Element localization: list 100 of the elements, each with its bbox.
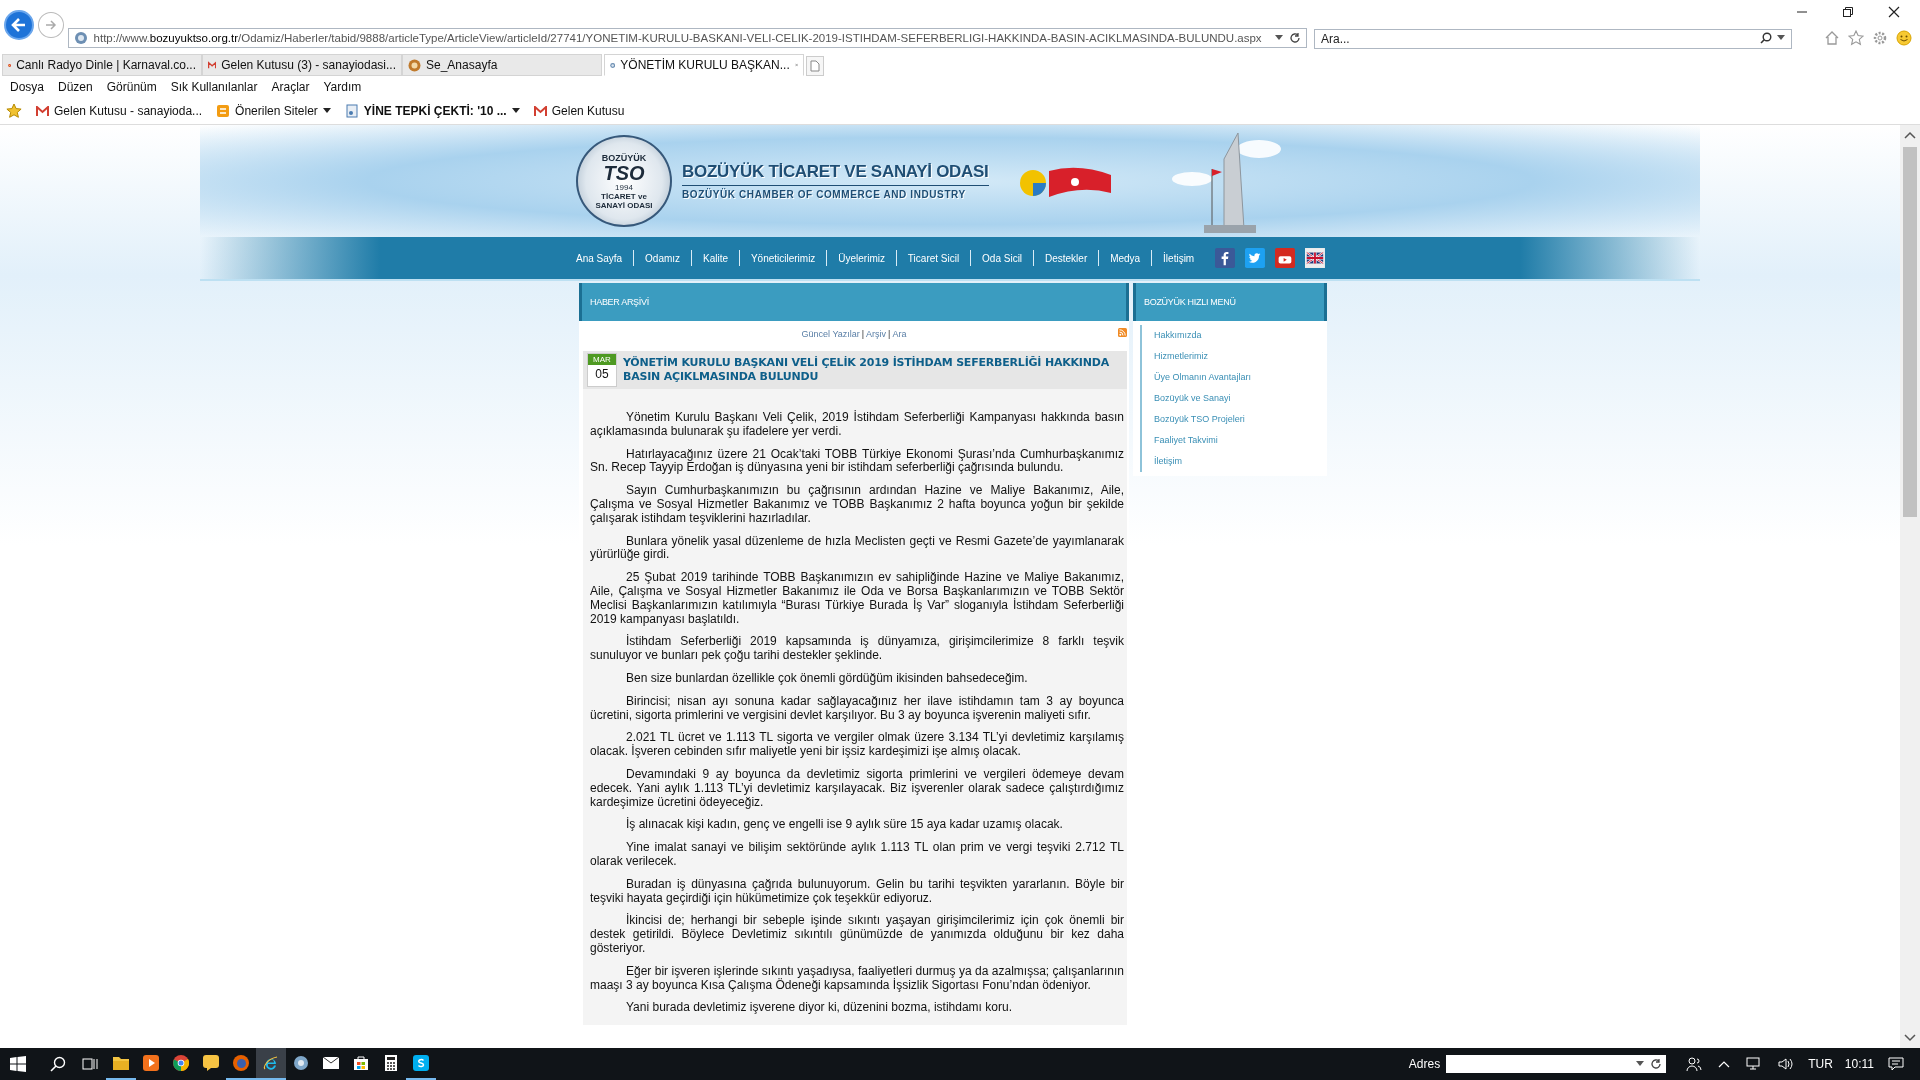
language-indicator[interactable]: TUR xyxy=(1808,1057,1833,1071)
caret-icon xyxy=(511,108,520,114)
restore-icon[interactable] xyxy=(1842,6,1854,18)
search-icon[interactable] xyxy=(1760,32,1772,44)
scroll-thumb[interactable] xyxy=(1903,147,1917,517)
nav-link[interactable]: İletişim xyxy=(1152,252,1206,264)
quick-menu-link[interactable]: Faaliyet Takvimi xyxy=(1136,430,1327,451)
youtube-icon[interactable] xyxy=(1275,247,1296,269)
calculator-icon xyxy=(385,1055,397,1071)
archive-link[interactable]: Arşiv xyxy=(866,329,887,339)
nav-link[interactable]: Yöneticilerimiz xyxy=(739,252,827,264)
uk-flag-icon[interactable] xyxy=(1305,247,1325,269)
browser-tab[interactable]: Gelen Kutusu (3) - sanayiodasi... xyxy=(202,54,402,76)
windows-start-icon[interactable] xyxy=(10,1056,26,1072)
quick-menu-link[interactable]: İletişim xyxy=(1136,451,1327,472)
back-button[interactable] xyxy=(4,10,34,40)
calendar-badge: MAR 05 xyxy=(587,353,617,387)
chevron-up-icon[interactable] xyxy=(1718,1060,1731,1068)
mail-icon xyxy=(208,59,217,71)
folder-icon xyxy=(112,1055,130,1071)
speaker-icon[interactable] xyxy=(1778,1057,1795,1071)
star-icon[interactable] xyxy=(1848,30,1864,46)
article-paragraph: Hatırlayacağınız üzere 21 Ocak’taki TOBB Türkiye Ekonomi Şurası’nda Cumhurbaşkanımız Sn. Recep Tayyip Erdoğan iş dünyasına yeni bir istihdam seferberliği çağrısında bulundu. xyxy=(590,447,1124,476)
article-paragraph: Ben size bunlardan özellikle çok önemli gördüğüm ikisinden bahsedeceğim. xyxy=(625,671,1029,686)
skype-icon xyxy=(413,1055,429,1071)
address-field[interactable] xyxy=(1446,1055,1667,1073)
network-icon[interactable] xyxy=(1746,1057,1763,1071)
chrome-icon xyxy=(173,1055,189,1071)
menu-item[interactable]: Görünüm xyxy=(106,80,157,94)
menu-item[interactable]: Dosya xyxy=(10,80,44,94)
menu-item[interactable]: Yardım xyxy=(323,80,362,94)
favorite-link[interactable]: Gelen Kutusu - sanayioda... xyxy=(36,104,203,118)
arrow-right-icon xyxy=(43,18,58,32)
firefox-icon xyxy=(233,1055,249,1071)
caret-icon[interactable] xyxy=(1636,1061,1645,1067)
nav-link[interactable]: Üyelerimiz xyxy=(827,252,896,264)
home-icon[interactable] xyxy=(1824,30,1840,46)
task-view-icon[interactable] xyxy=(82,1056,98,1072)
browser-tab[interactable]: Se_Anasayfa xyxy=(402,54,602,76)
mail-icon xyxy=(323,1057,339,1069)
menu-item[interactable]: Sık Kullanılanlar xyxy=(170,80,258,94)
article-paragraph: İş alınacak kişi kadın, genç ve engelli ise 9 aylık süre 15 aya kadar uzamış olacak. xyxy=(625,818,1064,833)
nav-link[interactable]: Ticaret Sicil xyxy=(896,252,971,264)
nav-link[interactable]: Medya xyxy=(1099,252,1152,264)
favorite-link[interactable]: Gelen Kutusu xyxy=(533,104,625,118)
browser-tab[interactable]: YÖNETİM KURULU BAŞKAN... xyxy=(604,54,804,76)
search-field[interactable]: Ara... xyxy=(1314,29,1792,49)
nav-link[interactable]: Ana Sayfa xyxy=(565,252,634,264)
quick-menu-link[interactable]: Hizmetlerimiz xyxy=(1136,346,1327,367)
scroll-up-icon[interactable] xyxy=(1904,131,1916,139)
page-icon xyxy=(344,104,359,118)
notification-icon[interactable] xyxy=(1888,1057,1904,1071)
close-icon[interactable] xyxy=(1888,6,1900,18)
scrollbar[interactable] xyxy=(1900,125,1920,1048)
menu-item[interactable]: Araçlar xyxy=(271,80,310,94)
suggest-icon xyxy=(216,104,231,118)
archive-link[interactable]: Ara xyxy=(892,329,907,339)
scroll-down-icon[interactable] xyxy=(1904,1034,1916,1042)
menu-item[interactable]: Düzen xyxy=(58,80,93,94)
address-field[interactable]: http://www.bozuyuktso.org.tr/Odamiz/Haberler/tabid/9888/articleType/ArticleView/articleId/27741/YONETIM-KURULU-BASKANI-VELI-CELIK-2019-ISTIHDAM-SEFERBERLIGI-HAKKINDA-BASIN-ACIKLMASINDA-BULUNDU.aspx xyxy=(67,28,1307,48)
favorite-link[interactable]: Önerilen Siteler xyxy=(216,104,331,118)
site-subtitle: BOZÜYÜK CHAMBER OF COMMERCE AND INDUSTRY xyxy=(682,187,967,200)
article-paragraph: Eğer bir işveren işlerinde sıkıntı yaşadıysa, faaliyetleri durmuş ya da azalmışsa; çalışanlarının maaşı 3 ay boyunca Kısa Çalışma Ödeneği kapsamında İşsizlik Sigortası Fonu’ndan ödeniyor. xyxy=(590,964,1124,993)
nav-link[interactable]: Odamız xyxy=(634,252,692,264)
clock[interactable]: 10:11 xyxy=(1844,1057,1874,1071)
refresh-icon[interactable] xyxy=(1650,1058,1663,1070)
facebook-icon[interactable] xyxy=(1215,247,1236,269)
article-paragraph: Buradan iş dünyasına çağrıda bulunuyorum. Gelin bu tarihi teşvikten yararlanın. Böyle bir teşviki hayata geçirdiği için hükümetimize çok teşekkür ediyoruz. xyxy=(590,877,1124,906)
globe-icon xyxy=(408,58,421,72)
caret-icon[interactable] xyxy=(1777,35,1785,41)
search-icon[interactable] xyxy=(50,1056,66,1072)
settings-icon[interactable] xyxy=(1872,30,1888,46)
chat-icon xyxy=(203,1055,219,1071)
logo[interactable]: BOZÜYÜK TSO 1994 TİCARET ve SANAYİ ODASI xyxy=(576,135,672,227)
people-icon[interactable] xyxy=(1686,1056,1703,1072)
caret-icon[interactable] xyxy=(1275,35,1283,41)
archive-link[interactable]: Güncel Yazılar xyxy=(801,329,860,339)
article-paragraph: Yine imalat sanayi ve bilişim sektöründe aylık 1.113 TL olan prim ve vergi teşviki 2.712 TL olarak verilecek. xyxy=(590,841,1124,869)
caret-icon xyxy=(322,108,331,114)
quick-menu-link[interactable]: Üye Olmanın Avantajları xyxy=(1136,367,1327,388)
quick-menu-link[interactable]: Hakkımızda xyxy=(1136,325,1327,346)
twitter-icon[interactable] xyxy=(1245,247,1266,269)
panel-title: HABER ARŞİVİ xyxy=(590,297,649,307)
quick-menu-link[interactable]: Bozüyük ve Sanayi xyxy=(1136,388,1327,409)
page-icon xyxy=(810,60,820,72)
article-title: YÖNETİM KURULU BAŞKANI VELİ ÇELİK 2019 İSTİHDAM SEFERBERLİĞİ HAKKINDA BASIN AÇIKLMASINDA BULUNDU xyxy=(623,356,1110,384)
article-paragraph: Bunlara yönelik yasal düzenleme de hızla Meclisten geçti ve Resmi Gazete’de yayımlanarak yürürlüğe girdi. xyxy=(590,534,1124,563)
nav-link[interactable]: Destekler xyxy=(1034,252,1099,264)
refresh-icon[interactable] xyxy=(1289,32,1301,44)
star-icon[interactable] xyxy=(6,103,22,119)
article-paragraph: Sayın Cumhurbaşkanımızın bu çağrısının ardından Hazine ve Maliye Bakanımız, Aile, Çalışma ve Sosyal Hizmetler Bakanımız ve TOBB Başkanımız 2 hafta boyunca yoğun bir şekilde çalışarak istihdam teşviklerini hazırladılar. xyxy=(590,484,1124,526)
quick-menu-link[interactable]: Bozüyük TSO Projeleri xyxy=(1136,409,1327,430)
article-paragraph: İstihdam Seferberliği 2019 kapsamında iş dünyamıza, girişimcilerimize 8 farklı teşvik sunuluyor ve bunları pek çoğu tarihi destekler şeklinde. xyxy=(590,635,1124,663)
nav-link[interactable]: Oda Sicil xyxy=(971,252,1034,264)
link-separator: | xyxy=(888,329,891,339)
browser-tab[interactable]: Canlı Radyo Dinle | Karnaval.co... xyxy=(2,54,202,76)
address-label: Adres xyxy=(1408,1057,1441,1071)
nav-link[interactable]: Kalite xyxy=(692,252,739,264)
favorite-link[interactable]: YİNE TEPKİ ÇEKTİ: '10 ... xyxy=(344,104,520,118)
smiley-icon[interactable] xyxy=(1896,30,1912,46)
